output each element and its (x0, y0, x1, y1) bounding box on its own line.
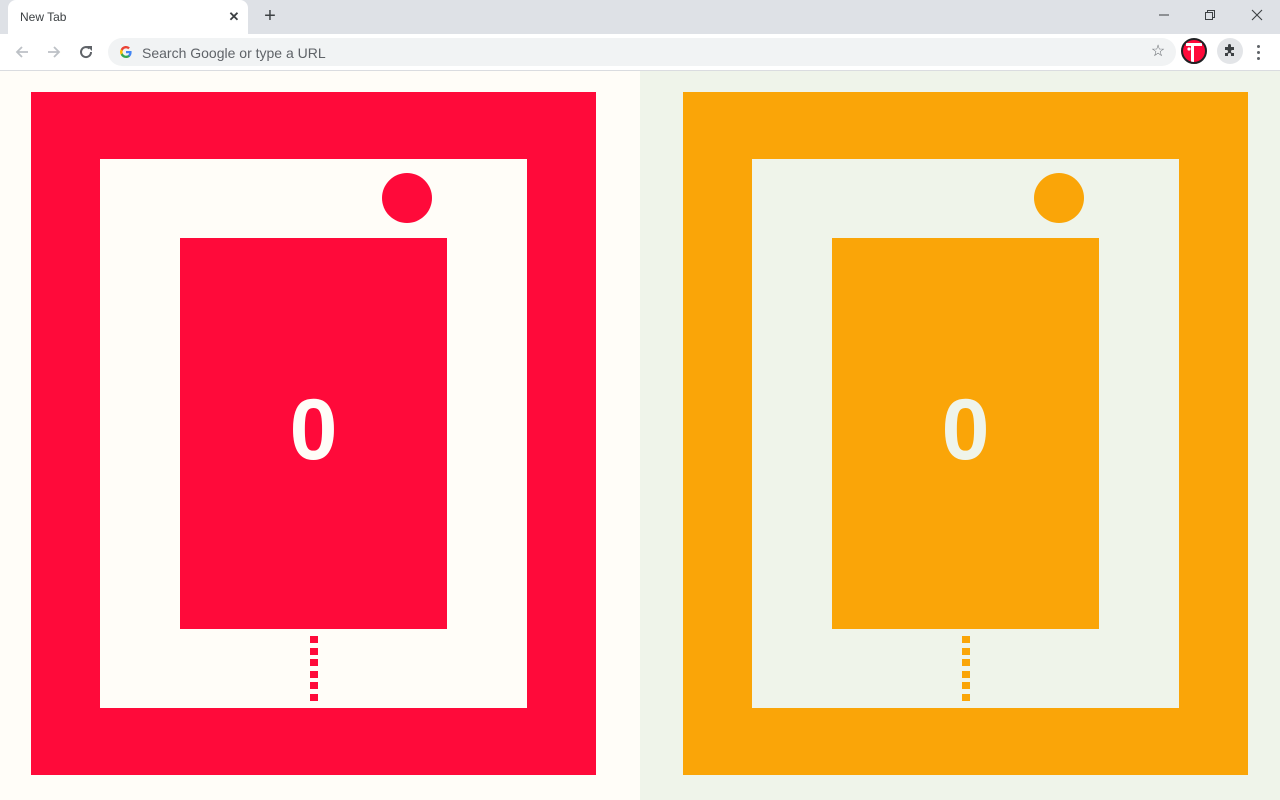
score-block: 0 (832, 238, 1099, 629)
arrow-left-icon (15, 46, 28, 58)
google-icon (120, 46, 132, 58)
profile-avatar[interactable] (1181, 38, 1207, 64)
score-label: 0 (289, 382, 338, 478)
puzzle-icon (1225, 44, 1234, 56)
kebab-menu-icon[interactable] (1250, 40, 1266, 64)
tab-strip: New Tab ✕ + (0, 0, 1280, 34)
ball (382, 173, 432, 223)
dot (310, 636, 318, 643)
minimize-icon (1159, 14, 1169, 16)
dot (962, 682, 970, 689)
tab-title: New Tab (20, 10, 67, 24)
arrow-right-icon (48, 46, 61, 58)
dot (962, 670, 970, 678)
dot (310, 670, 318, 678)
outer-frame: 0 (683, 92, 1248, 775)
tab-new-tab[interactable]: New Tab ✕ (8, 0, 248, 34)
profile-icon (1186, 43, 1202, 62)
omnibox[interactable]: Search Google or type a URL ☆ (108, 38, 1176, 66)
ball (1034, 173, 1084, 223)
dot (962, 693, 970, 701)
restore-button[interactable] (1187, 0, 1233, 30)
player-panel-left[interactable]: 0 (0, 71, 640, 800)
forward-button[interactable] (42, 40, 66, 64)
score-label: 0 (941, 382, 990, 478)
reload-icon (80, 46, 93, 59)
close-tab-icon[interactable]: ✕ (226, 9, 242, 25)
play-field: 0 (752, 159, 1179, 708)
close-icon (1251, 9, 1263, 21)
dot (962, 659, 970, 666)
dot (310, 693, 318, 701)
dot (310, 682, 318, 689)
outer-frame: 0 (31, 92, 596, 775)
back-button[interactable] (10, 40, 34, 64)
game-viewport: 0 0 (0, 71, 1280, 800)
score-block: 0 (180, 238, 447, 629)
reload-button[interactable] (74, 40, 98, 64)
omnibox-placeholder: Search Google or type a URL (142, 45, 326, 61)
player-panel-right[interactable]: 0 (640, 71, 1280, 800)
extensions-button[interactable] (1217, 38, 1243, 64)
dot (962, 636, 970, 643)
dotted-line (962, 636, 970, 706)
dot (310, 647, 318, 655)
dot (310, 659, 318, 666)
new-tab-button[interactable]: + (260, 6, 280, 26)
close-window-button[interactable] (1234, 0, 1280, 30)
minimize-button[interactable] (1141, 0, 1187, 30)
dotted-line (310, 636, 318, 706)
restore-icon (1205, 10, 1215, 20)
star-icon[interactable]: ☆ (1148, 42, 1168, 62)
play-field: 0 (100, 159, 527, 708)
dot (962, 647, 970, 655)
toolbar: Search Google or type a URL ☆ (0, 34, 1280, 71)
